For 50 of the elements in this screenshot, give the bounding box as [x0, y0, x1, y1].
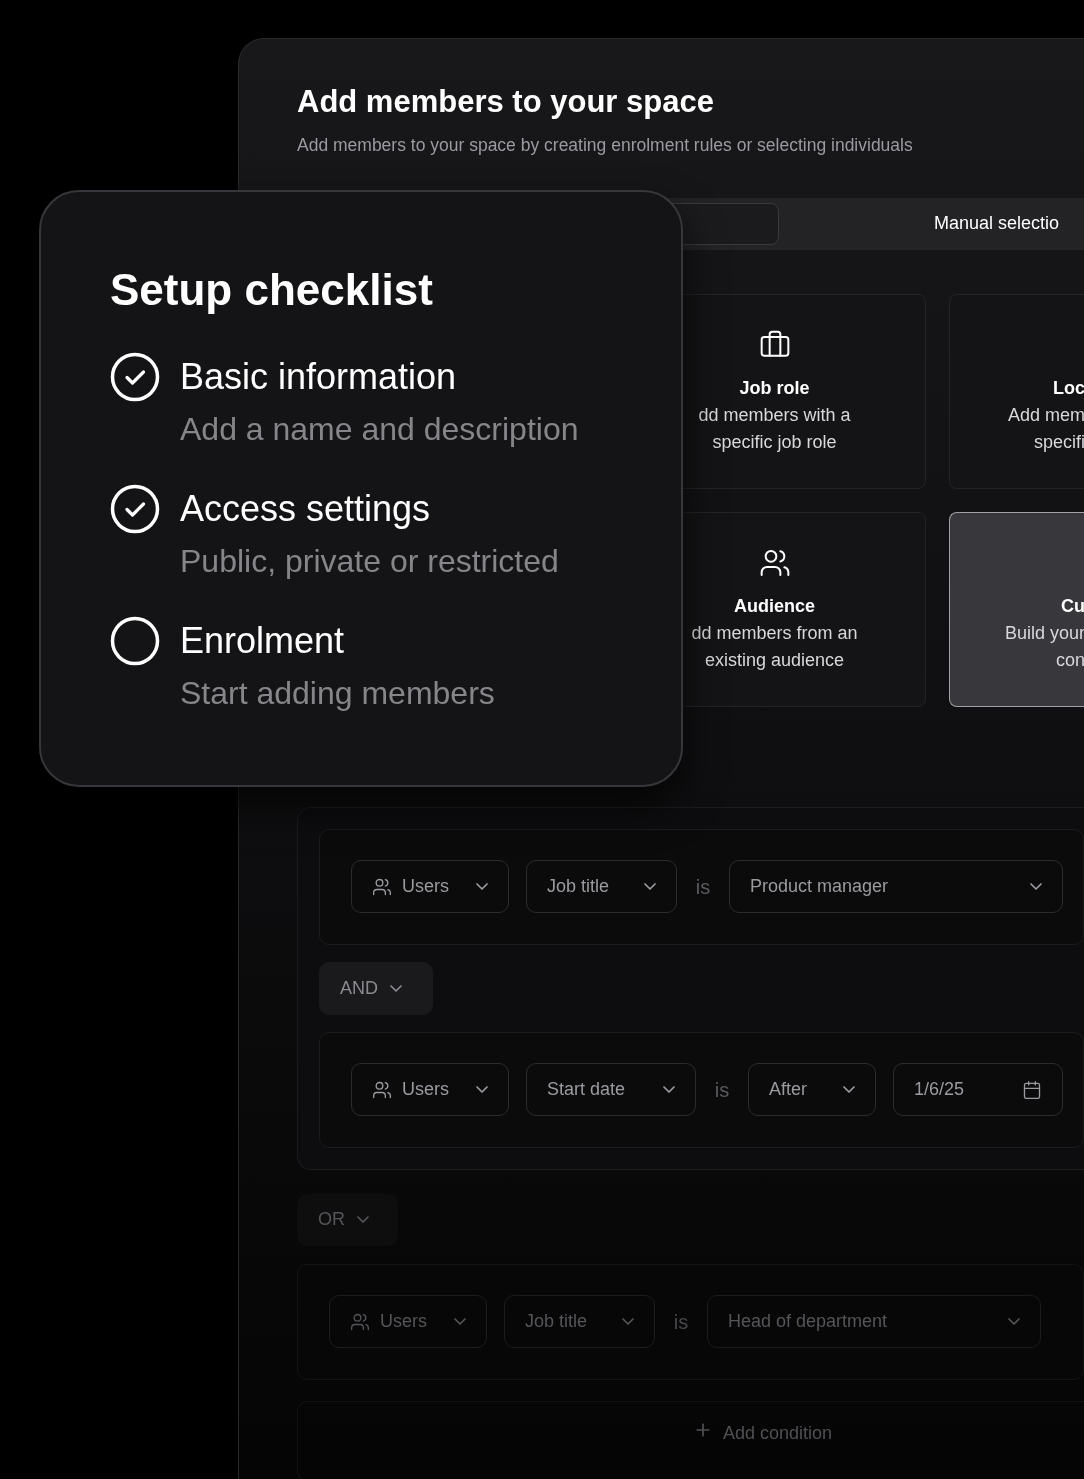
option-title: Audience: [733, 594, 816, 618]
chevron-down-icon: [454, 1318, 466, 1326]
option-title: Loc: [1052, 376, 1084, 400]
field-dropdown[interactable]: Start date: [526, 1063, 696, 1117]
option-description: dd members from an: [690, 621, 859, 645]
option-card[interactable]: Cu Build your con: [949, 511, 1084, 707]
checklist-item-title: Access settings: [180, 487, 432, 531]
checklist-item-description: Start adding members: [180, 674, 495, 713]
users-icon: [372, 876, 392, 897]
comparison-dropdown[interactable]: After: [748, 1063, 876, 1117]
option-description: con: [1054, 648, 1084, 672]
chevron-down-icon: [476, 883, 488, 891]
chevron-down-icon: [622, 1318, 634, 1326]
chevron-down-icon: [843, 1086, 855, 1094]
checklist-item-title: Enrolment: [180, 619, 346, 663]
chevron-down-icon: [357, 1216, 369, 1224]
chevron-down-icon: [476, 1086, 488, 1094]
option-description: specific job role: [711, 430, 838, 454]
chevron-down-icon: [390, 984, 402, 992]
option-card[interactable]: Loc Add mem specifi: [949, 293, 1084, 489]
option-description: specifi: [1032, 430, 1084, 454]
chevron-down-icon: [1030, 883, 1042, 891]
chevron-down-icon: [644, 883, 656, 891]
option-description: existing audience: [703, 648, 846, 672]
users-icon: [372, 1079, 392, 1100]
calendar-icon: [1022, 1079, 1042, 1100]
chevron-down-icon: [1008, 1318, 1020, 1326]
checklist-item-description: Public, private or restricted: [180, 542, 559, 581]
option-description: dd members with a: [697, 403, 852, 427]
connector-dropdown[interactable]: AND: [319, 961, 433, 1015]
dialog-title: Add members to your space: [297, 83, 715, 121]
operator-label: is: [713, 1077, 731, 1103]
checklist-title: Setup checklist: [110, 264, 434, 316]
option-description: Build your: [1003, 621, 1084, 645]
subject-dropdown[interactable]: Users: [351, 860, 509, 914]
operator-label: is: [694, 874, 712, 900]
dialog-subtitle: Add members to your space by creating enrolment rules or selecting individuals: [297, 133, 914, 157]
option-description: Add mem: [1006, 403, 1084, 427]
option-title: Cu: [1060, 594, 1084, 618]
users-icon: [350, 1311, 370, 1332]
option-title: Job role: [738, 376, 811, 400]
chevron-down-icon: [663, 1086, 675, 1094]
operator-label: is: [672, 1309, 690, 1335]
value-dropdown[interactable]: Product manager: [729, 860, 1063, 914]
date-field[interactable]: 1/6/25: [893, 1063, 1063, 1117]
checklist-item-title: Basic information: [180, 355, 458, 399]
tab[interactable]: Manual selectio: [779, 202, 1079, 245]
checklist-item-description: Add a name and description: [180, 410, 579, 449]
field-dropdown[interactable]: Job title: [526, 860, 677, 914]
subject-dropdown[interactable]: Users: [351, 1063, 509, 1117]
